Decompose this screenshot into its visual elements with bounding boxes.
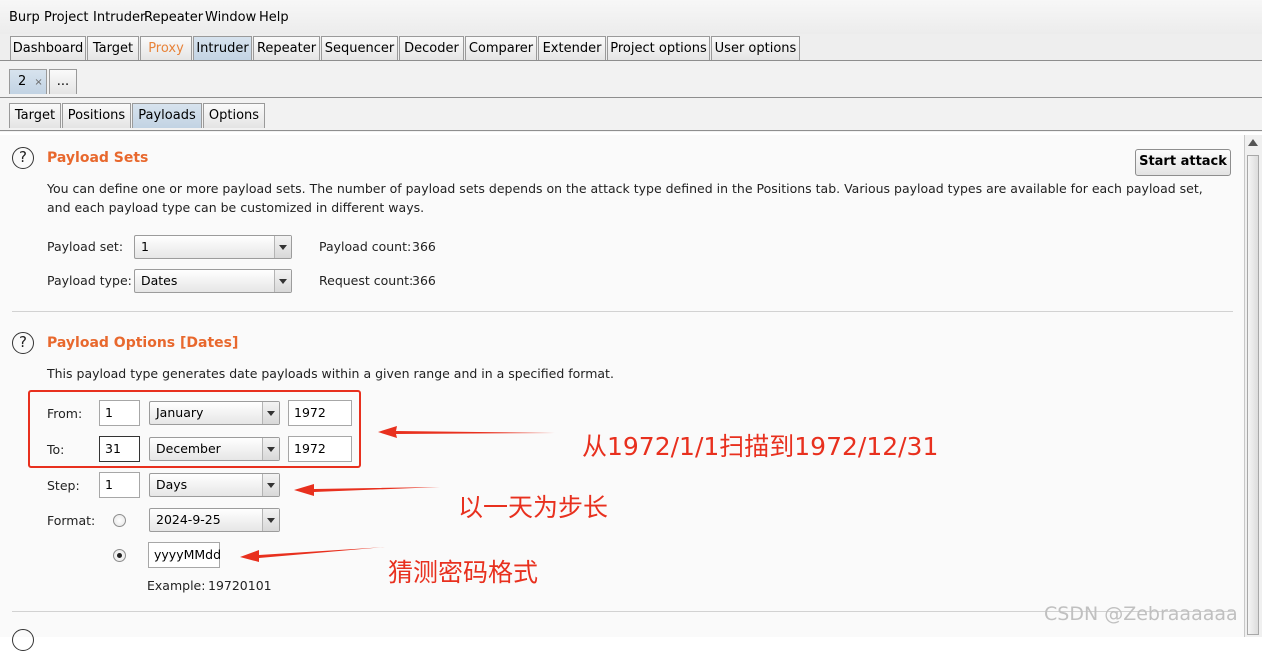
arrow-range [378, 426, 555, 438]
annotation-range: 从1972/1/1扫描到1972/12/31 [582, 432, 939, 461]
watermark: CSDN @Zebraaaaaa [1044, 603, 1238, 625]
arrow-format [240, 547, 385, 562]
arrow-step [294, 484, 440, 496]
annotation-arrows [240, 426, 555, 562]
annotation-format: 猜测密码格式 [388, 558, 539, 587]
annotation-step: 以一天为步长 [458, 493, 609, 522]
